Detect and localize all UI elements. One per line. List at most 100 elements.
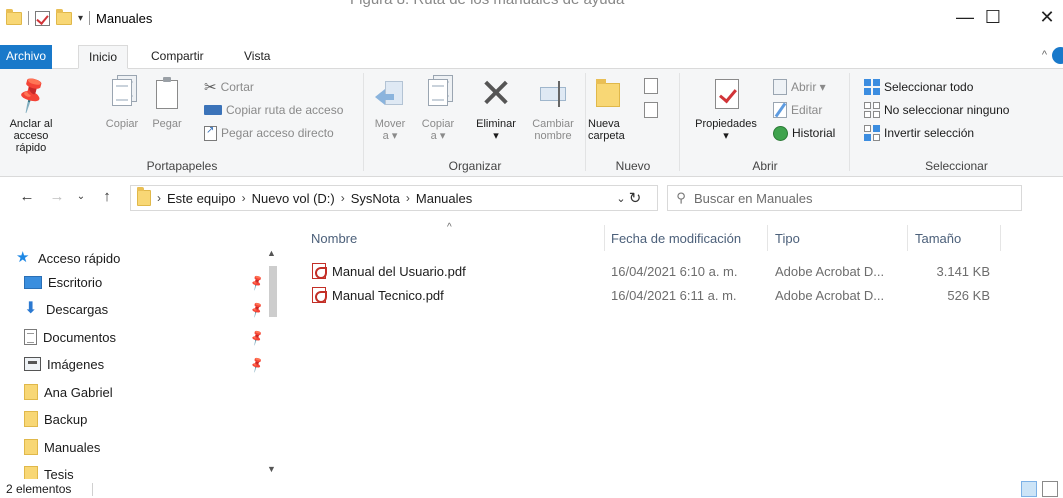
column-header-name[interactable]: Nombre <box>311 225 357 251</box>
invert-selection-button[interactable]: Invertir selección <box>864 123 974 143</box>
maximize-button[interactable]: ☐ <box>973 4 1013 30</box>
customize-qat-icon[interactable]: ▾ <box>78 13 83 24</box>
paste-shortcut-button[interactable]: Pegar acceso directo <box>204 123 334 143</box>
documents-icon <box>24 329 37 345</box>
nav-item-ana-gabriel[interactable]: Ana Gabriel <box>24 380 113 404</box>
history-button[interactable]: Historial <box>773 123 835 143</box>
pin-quick-access-button[interactable]: 📌 Anclar al acceso rápido <box>2 73 60 154</box>
paste-button[interactable]: Pegar <box>145 77 189 130</box>
nav-item-imagenes[interactable]: Imágenes <box>24 352 104 376</box>
column-divider[interactable] <box>604 225 605 251</box>
chevron-right-icon[interactable]: › <box>341 191 345 205</box>
help-icon[interactable] <box>1052 47 1063 64</box>
open-group-label: Abrir <box>752 159 778 173</box>
file-row[interactable]: Manual del Usuario.pdf 16/04/2021 6:10 a… <box>306 260 1000 282</box>
copy-to-label: Copiar <box>421 118 455 130</box>
open-button[interactable]: Abrir ▾ <box>773 77 826 97</box>
column-header-modified[interactable]: Fecha de modificación <box>611 225 741 251</box>
tab-home[interactable]: Inicio <box>78 45 129 69</box>
up-arrow-icon[interactable]: ↑ <box>98 188 116 205</box>
move-to-button[interactable]: Mover a ▾ <box>368 77 412 142</box>
select-all-label: Seleccionar todo <box>884 80 974 94</box>
forward-arrow-icon[interactable]: → <box>48 188 66 205</box>
copy-to-button[interactable]: Copiar a ▾ <box>416 75 460 142</box>
nav-item-manuales[interactable]: Manuales <box>24 435 100 459</box>
document-caption: Figura 8. Ruta de los manuales de ayuda <box>350 0 624 8</box>
nav-item-documentos[interactable]: Documentos <box>24 325 116 349</box>
breadcrumb-sysnota[interactable]: SysNota <box>351 191 400 206</box>
tab-share[interactable]: Compartir <box>141 45 214 69</box>
breadcrumb-manuales[interactable]: Manuales <box>416 191 472 206</box>
download-icon: ⬇ <box>24 300 38 317</box>
scroll-thumb[interactable] <box>269 266 277 317</box>
edit-button[interactable]: Editar <box>773 100 822 120</box>
column-header-size[interactable]: Tamaño <box>915 225 961 251</box>
nav-item-backup[interactable]: Backup <box>24 407 87 431</box>
new-folder-qat-icon[interactable] <box>56 8 72 25</box>
nav-pane-scrollbar[interactable]: ▲ ▼ <box>264 246 281 476</box>
folder-icon <box>24 439 38 455</box>
recent-locations-icon[interactable]: ⌄ <box>72 191 90 202</box>
cut-button[interactable]: ✂ Cortar <box>204 77 254 97</box>
move-to-icon <box>373 77 407 111</box>
column-header-type[interactable]: Tipo <box>775 225 800 251</box>
collapse-ribbon-icon[interactable]: ^ <box>1042 49 1047 61</box>
scroll-up-icon[interactable]: ▲ <box>267 248 276 258</box>
copy-to-icon <box>421 75 455 111</box>
nav-item-label: Manuales <box>44 439 101 455</box>
nav-item-escritorio[interactable]: Escritorio <box>24 270 102 294</box>
copy-path-button[interactable]: Copiar ruta de acceso <box>204 100 343 120</box>
select-all-button[interactable]: Seleccionar todo <box>864 77 973 97</box>
column-divider[interactable] <box>1000 225 1001 251</box>
properties-icon <box>709 77 743 111</box>
file-name-cell[interactable]: Manual Tecnico.pdf <box>312 284 444 306</box>
new-item-icon[interactable] <box>644 78 658 94</box>
details-view-icon[interactable] <box>1021 481 1037 497</box>
new-group-label: Nuevo <box>615 159 651 173</box>
nav-item-label: Acceso rápido <box>38 250 121 266</box>
nav-quick-access[interactable]: ★ Acceso rápido <box>16 246 120 270</box>
file-modified: 16/04/2021 6:11 a. m. <box>611 287 737 303</box>
breadcrumb-this-pc[interactable]: Este equipo <box>167 191 236 206</box>
easy-access-icon[interactable] <box>644 102 658 118</box>
scroll-down-icon[interactable]: ▼ <box>267 464 276 474</box>
search-box[interactable]: ⚲ Buscar en Manuales <box>667 185 1022 211</box>
delete-button[interactable]: ✕ Eliminar ▾ <box>468 74 524 142</box>
pdf-icon <box>312 263 327 279</box>
history-icon <box>773 125 788 141</box>
chevron-right-icon[interactable]: › <box>157 191 161 205</box>
nav-item-tesis[interactable]: Tesis <box>24 462 74 479</box>
rename-button[interactable]: Cambiar nombre <box>526 77 580 142</box>
delete-label: Eliminar <box>476 118 516 130</box>
copy-button[interactable]: Copiar <box>100 75 144 130</box>
tab-view[interactable]: Vista <box>234 45 280 69</box>
file-name: Manual Tecnico.pdf <box>332 287 444 303</box>
file-row[interactable]: Manual Tecnico.pdf 16/04/2021 6:11 a. m.… <box>306 284 1000 306</box>
rename-label: Cambiar <box>532 118 574 130</box>
edit-label: Editar <box>791 103 823 117</box>
folder-icon <box>24 411 38 427</box>
address-bar[interactable]: › Este equipo › Nuevo vol (D:) › SysNota… <box>130 185 658 211</box>
desktop-icon <box>24 275 42 289</box>
properties-qat-icon[interactable] <box>35 10 50 26</box>
close-button[interactable]: ✕ <box>1027 4 1063 30</box>
star-icon: ★ <box>16 249 30 266</box>
select-none-button[interactable]: No seleccionar ninguno <box>864 100 1009 120</box>
nav-item-descargas[interactable]: ⬇ Descargas <box>24 297 108 321</box>
chevron-right-icon[interactable]: › <box>242 191 246 205</box>
search-icon: ⚲ <box>676 190 686 205</box>
back-arrow-icon[interactable]: ← <box>18 188 36 205</box>
breadcrumb-drive[interactable]: Nuevo vol (D:) <box>252 191 335 206</box>
properties-button[interactable]: Propiedades ▾ <box>686 77 766 142</box>
ribbon-tabs: Archivo Inicio Compartir Vista ^ <box>0 45 1063 69</box>
chevron-right-icon[interactable]: › <box>406 191 410 205</box>
column-divider[interactable] <box>907 225 908 251</box>
file-name-cell[interactable]: Manual del Usuario.pdf <box>312 260 466 282</box>
new-folder-button[interactable]: Nueva carpeta <box>588 77 634 142</box>
large-icons-view-icon[interactable] <box>1042 481 1058 497</box>
pin-label: Anclar al <box>9 118 53 130</box>
refresh-icon[interactable]: ↻ <box>620 185 650 211</box>
folder-icon <box>24 466 38 479</box>
tab-file[interactable]: Archivo <box>0 45 53 69</box>
column-divider[interactable] <box>767 225 768 251</box>
